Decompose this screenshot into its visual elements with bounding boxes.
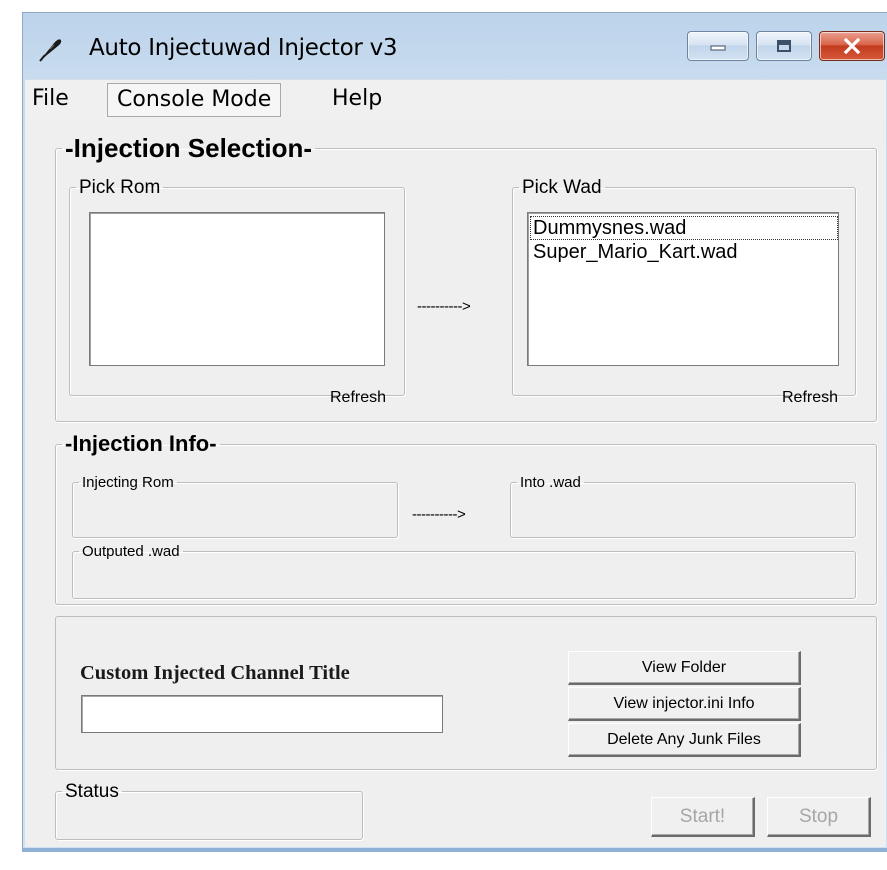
menu-bar: File Console Mode Help [25, 80, 886, 120]
selection-arrow: ----------> [417, 298, 471, 315]
list-item[interactable]: Dummysnes.wad [530, 216, 838, 240]
list-item[interactable]: Super_Mario_Kart.wad [530, 240, 838, 264]
delete-junk-button[interactable]: Delete Any Junk Files [568, 723, 801, 757]
close-icon [843, 38, 861, 54]
stop-button[interactable]: Stop [767, 797, 871, 837]
client-area: File Console Mode Help -Injection Select… [25, 79, 886, 847]
pick-wad-label: Pick Wad [522, 177, 602, 198]
into-wad-label: Into .wad [520, 474, 581, 491]
into-wad-field: Into .wad [510, 475, 856, 538]
maximize-button[interactable] [756, 31, 812, 61]
window-title: Auto Injectuwad Injector v3 [89, 35, 398, 61]
pick-rom-label: Pick Rom [79, 177, 161, 198]
info-arrow: ----------> [412, 506, 466, 523]
rom-list[interactable] [89, 212, 385, 366]
custom-title-label: Custom Injected Channel Title [80, 662, 350, 684]
injecting-rom-field: Injecting Rom [72, 475, 398, 538]
injecting-rom-label: Injecting Rom [82, 474, 174, 491]
minimize-button[interactable] [687, 31, 749, 61]
minimize-icon [710, 45, 726, 51]
outputed-wad-field: Outputed .wad [72, 544, 856, 599]
injection-selection-heading: -Injection Selection- [65, 133, 313, 163]
title-bar[interactable]: Auto Injectuwad Injector v3 [23, 13, 887, 79]
menu-console-mode[interactable]: Console Mode [107, 83, 282, 117]
status-label: Status [65, 781, 119, 802]
close-button[interactable] [819, 31, 885, 61]
app-window: Auto Injectuwad Injector v3 File Console… [22, 12, 887, 852]
quill-pen-icon [39, 39, 62, 62]
maximize-icon [777, 40, 791, 52]
start-button[interactable]: Start! [651, 797, 755, 837]
view-ini-button[interactable]: View injector.ini Info [568, 687, 801, 721]
outputed-wad-label: Outputed .wad [82, 543, 180, 560]
menu-help[interactable]: Help [323, 83, 391, 117]
wad-list[interactable]: Dummysnes.wad Super_Mario_Kart.wad [527, 212, 839, 366]
menu-file[interactable]: File [23, 83, 78, 117]
view-folder-button[interactable]: View Folder [568, 651, 801, 685]
rom-refresh-link[interactable]: Refresh [330, 389, 386, 407]
wad-refresh-link[interactable]: Refresh [782, 389, 838, 407]
injection-info-heading: -Injection Info- [65, 431, 217, 456]
custom-title-input[interactable] [81, 695, 443, 733]
status-field: Status [55, 782, 363, 840]
